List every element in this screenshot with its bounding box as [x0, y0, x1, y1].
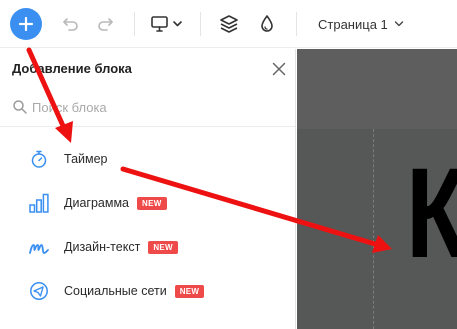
block-search: [0, 89, 295, 127]
top-toolbar: Страница 1: [0, 0, 457, 48]
block-item-timer[interactable]: Таймер: [0, 139, 295, 179]
page-select[interactable]: Страница 1: [318, 14, 404, 34]
search-input[interactable]: [32, 97, 272, 117]
toolbar-divider: [134, 12, 135, 36]
block-item-label-text: Диаграмма: [64, 196, 130, 210]
stopwatch-icon: [28, 148, 50, 170]
theme-button[interactable]: [256, 13, 278, 35]
canvas-text[interactable]: К: [406, 150, 457, 278]
design-text-icon: [28, 236, 50, 258]
block-item-label: Дизайн-текст NEW: [64, 240, 178, 254]
new-badge: NEW: [148, 241, 178, 254]
panel-title: Добавление блока: [12, 61, 132, 76]
block-item-label: Диаграмма NEW: [64, 196, 167, 210]
block-item-label-text: Социальные сети: [64, 284, 167, 298]
undo-icon: [63, 18, 78, 31]
add-block-panel: Добавление блока Таймер: [0, 49, 296, 329]
search-icon: [13, 100, 27, 114]
new-badge: NEW: [137, 197, 167, 210]
send-icon: [28, 280, 50, 302]
plus-icon: [19, 17, 33, 31]
bar-chart-icon: [28, 192, 50, 214]
new-badge: NEW: [174, 285, 205, 298]
block-item-chart[interactable]: Диаграмма NEW: [0, 183, 295, 223]
block-item-design-text[interactable]: Дизайн-текст NEW: [0, 227, 295, 267]
block-item-label: Социальные сети NEW: [64, 284, 205, 298]
chevron-down-icon: [394, 21, 403, 27]
add-block-button[interactable]: [10, 8, 42, 40]
close-panel-button[interactable]: [270, 60, 288, 78]
undo-button[interactable]: [60, 13, 82, 35]
canvas-area: [297, 49, 457, 129]
monitor-icon: [151, 16, 182, 32]
layers-icon: [220, 15, 238, 33]
toolbar-divider: [296, 12, 297, 36]
close-icon: [272, 62, 286, 76]
page-select-label: Страница 1: [318, 16, 388, 32]
drop-icon: [261, 15, 273, 32]
block-item-label: Таймер: [64, 152, 108, 166]
redo-button[interactable]: [94, 13, 116, 35]
toolbar-divider: [200, 12, 201, 36]
block-item-social[interactable]: Социальные сети NEW: [0, 271, 295, 311]
redo-icon: [98, 18, 113, 31]
device-select-button[interactable]: [150, 13, 186, 35]
layers-button[interactable]: [218, 13, 240, 35]
guide-line: [373, 129, 374, 329]
block-item-label-text: Дизайн-текст: [64, 240, 141, 254]
